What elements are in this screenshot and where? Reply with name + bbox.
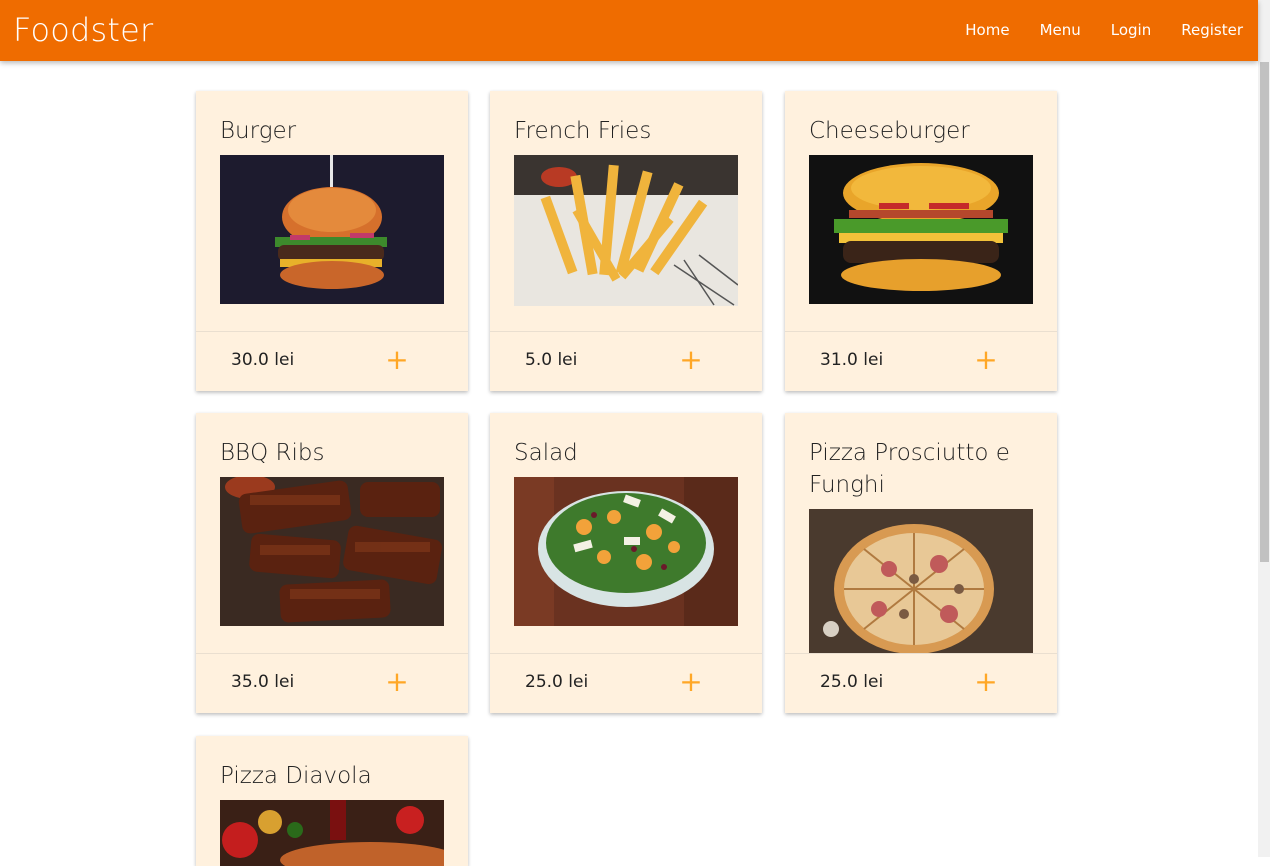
product-card-salad: Salad 25.0 lei + (490, 413, 762, 713)
product-image-cheeseburger (809, 155, 1033, 304)
product-price: 31.0 lei (820, 350, 884, 370)
nav-link-login[interactable]: Login (1096, 0, 1166, 61)
product-price: 25.0 lei (820, 672, 884, 692)
plus-icon: + (974, 665, 998, 698)
product-price: 5.0 lei (525, 350, 578, 370)
product-image-burger (220, 155, 444, 304)
product-card-burger: Burger 30.0 lei + (196, 91, 468, 391)
product-title: Salad (514, 440, 578, 466)
plus-icon: + (679, 343, 703, 376)
product-image-salad (514, 477, 738, 626)
product-price: 25.0 lei (525, 672, 589, 692)
add-to-cart-button[interactable]: + (385, 668, 409, 698)
product-price: 35.0 lei (231, 672, 295, 692)
add-to-cart-button[interactable]: + (679, 346, 703, 376)
product-card-bbq-ribs: BBQ Ribs 35.0 lei + (196, 413, 468, 713)
product-title: Pizza Diavola (220, 763, 372, 789)
product-title: Pizza Prosciutto e Funghi (809, 440, 1010, 498)
plus-icon: + (974, 343, 998, 376)
scrollbar-thumb[interactable] (1260, 62, 1269, 562)
plus-icon: + (385, 665, 409, 698)
add-to-cart-button[interactable]: + (974, 346, 998, 376)
nav-links: Home Menu Login Register (950, 0, 1258, 61)
card-action-bar: 30.0 lei + (196, 331, 468, 391)
product-image-french-fries (514, 155, 738, 306)
add-to-cart-button[interactable]: + (385, 346, 409, 376)
product-card-french-fries: French Fries 5.0 lei + (490, 91, 762, 391)
product-card-cheeseburger: Cheeseburger 31.0 lei + (785, 91, 1057, 391)
card-action-bar: 35.0 lei + (196, 653, 468, 713)
nav-link-menu[interactable]: Menu (1025, 0, 1096, 61)
product-card-pizza-prosciutto-e-funghi: Pizza Prosciutto e Funghi 25.0 lei + (785, 413, 1057, 713)
product-title: Burger (220, 118, 297, 144)
product-title: Cheeseburger (809, 118, 970, 144)
add-to-cart-button[interactable]: + (974, 668, 998, 698)
card-action-bar: 25.0 lei + (785, 653, 1057, 713)
top-navbar: Foodster Home Menu Login Register (0, 0, 1258, 61)
plus-icon: + (385, 343, 409, 376)
product-price: 30.0 lei (231, 350, 295, 370)
card-action-bar: 5.0 lei + (490, 331, 762, 391)
brand-logo[interactable]: Foodster (13, 10, 153, 50)
page-scrollbar[interactable] (1258, 0, 1270, 857)
product-title: BBQ Ribs (220, 440, 325, 466)
plus-icon: + (679, 665, 703, 698)
product-image-pizza-diavola (220, 800, 444, 866)
product-image-pizza-prosciutto-e-funghi (809, 509, 1033, 653)
product-title: French Fries (514, 118, 652, 144)
card-action-bar: 31.0 lei + (785, 331, 1057, 391)
card-action-bar: 25.0 lei + (490, 653, 762, 713)
product-image-bbq-ribs (220, 477, 444, 626)
add-to-cart-button[interactable]: + (679, 668, 703, 698)
nav-link-home[interactable]: Home (950, 0, 1024, 61)
product-card-pizza-diavola: Pizza Diavola (196, 736, 468, 866)
nav-link-register[interactable]: Register (1166, 0, 1258, 61)
